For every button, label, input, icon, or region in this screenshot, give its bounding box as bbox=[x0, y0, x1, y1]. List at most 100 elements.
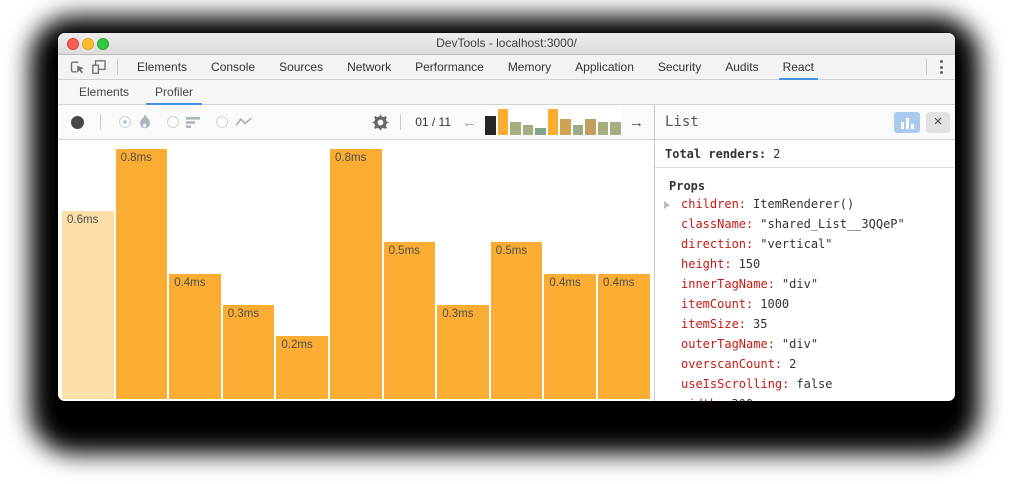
prop-value: "shared_List__3QQeP" bbox=[760, 217, 905, 231]
commit-bar-label: 0.4ms bbox=[544, 274, 596, 289]
prop-key: innerTagName: bbox=[681, 277, 775, 291]
tab-performance[interactable]: Performance bbox=[403, 55, 496, 80]
interactions-chart-icon bbox=[235, 116, 253, 128]
profiler-content: 0.6ms0.8ms0.4ms0.3ms0.2ms0.8ms0.5ms0.3ms… bbox=[58, 140, 955, 401]
close-icon: × bbox=[934, 113, 943, 130]
commit-bar-6[interactable]: 0.8ms bbox=[330, 149, 382, 399]
commit-bar-8[interactable]: 0.3ms bbox=[437, 305, 489, 399]
snapshot-bar-1-selected[interactable] bbox=[485, 116, 496, 135]
inspect-cursor-icon bbox=[69, 59, 85, 75]
prop-row-itemCount[interactable]: itemCount:1000 bbox=[655, 294, 955, 314]
tab-security[interactable]: Security bbox=[646, 55, 713, 80]
close-panel-button[interactable]: × bbox=[926, 112, 950, 133]
inspect-element-button[interactable] bbox=[66, 55, 88, 80]
prop-key: itemSize: bbox=[681, 317, 746, 331]
snapshot-bar-2[interactable] bbox=[498, 109, 509, 135]
commit-bar-7[interactable]: 0.5ms bbox=[384, 242, 436, 399]
subtab-elements[interactable]: Elements bbox=[66, 80, 142, 105]
snapshot-bar-9[interactable] bbox=[585, 119, 596, 135]
commit-duration-chart: 0.6ms0.8ms0.4ms0.3ms0.2ms0.8ms0.5ms0.3ms… bbox=[58, 140, 654, 401]
total-renders-row: Total renders: 2 bbox=[655, 140, 955, 168]
total-renders-label: Total renders: bbox=[665, 147, 766, 161]
traffic-lights bbox=[67, 38, 109, 50]
prop-key: outerTagName: bbox=[681, 337, 775, 351]
prop-row-overscanCount[interactable]: overscanCount:2 bbox=[655, 354, 955, 374]
prop-row-width[interactable]: width:300 bbox=[655, 394, 955, 401]
tab-console[interactable]: Console bbox=[199, 55, 267, 80]
prop-value: "div" bbox=[782, 337, 818, 351]
prop-value: 1000 bbox=[760, 297, 789, 311]
prop-value: "vertical" bbox=[760, 237, 832, 251]
commit-bar-label: 0.3ms bbox=[223, 305, 275, 320]
snapshot-bar-8[interactable] bbox=[573, 125, 584, 135]
prop-row-outerTagName[interactable]: outerTagName: "div" bbox=[655, 334, 955, 354]
commit-bar-5[interactable]: 0.2ms bbox=[276, 336, 328, 399]
commit-bar-10[interactable]: 0.4ms bbox=[544, 274, 596, 399]
total-renders-value: 2 bbox=[773, 147, 780, 161]
commit-bar-2[interactable]: 0.8ms bbox=[116, 149, 168, 399]
more-options-button[interactable] bbox=[940, 60, 943, 74]
prop-value: ItemRenderer() bbox=[753, 197, 854, 211]
snapshot-bar-7[interactable] bbox=[560, 119, 571, 135]
toolbar-divider bbox=[100, 114, 101, 130]
prop-row-className[interactable]: className:"shared_List__3QQeP" bbox=[655, 214, 955, 234]
prop-row-children[interactable]: children:ItemRenderer() bbox=[655, 194, 955, 214]
react-subtab-bar: ElementsProfiler bbox=[58, 80, 955, 105]
commit-bar-1-selected[interactable]: 0.6ms bbox=[62, 211, 114, 399]
prop-row-itemSize[interactable]: itemSize:35 bbox=[655, 314, 955, 334]
details-panel-header: List × bbox=[654, 105, 955, 140]
device-toolbar-icon bbox=[91, 59, 107, 75]
window-title: DevTools - localhost:3000/ bbox=[58, 33, 955, 54]
tab-memory[interactable]: Memory bbox=[496, 55, 563, 80]
prop-row-useIsScrolling[interactable]: useIsScrolling:false bbox=[655, 374, 955, 394]
prop-row-height[interactable]: height:150 bbox=[655, 254, 955, 274]
next-snapshot-button[interactable]: → bbox=[625, 115, 648, 130]
commit-bar-3[interactable]: 0.4ms bbox=[169, 274, 221, 399]
snapshot-selector-chart[interactable] bbox=[484, 109, 622, 135]
tab-audits[interactable]: Audits bbox=[713, 55, 770, 80]
tab-sources[interactable]: Sources bbox=[267, 55, 335, 80]
tab-elements[interactable]: Elements bbox=[125, 55, 199, 80]
tab-react[interactable]: React bbox=[771, 55, 826, 80]
toolbar-divider bbox=[926, 59, 927, 75]
minimize-window-button[interactable] bbox=[82, 38, 94, 50]
commit-bar-label: 0.6ms bbox=[62, 211, 114, 226]
commit-bar-label: 0.3ms bbox=[437, 305, 489, 320]
commit-bar-4[interactable]: 0.3ms bbox=[223, 305, 275, 399]
device-toolbar-button[interactable] bbox=[88, 55, 110, 80]
zoom-window-button[interactable] bbox=[97, 38, 109, 50]
tab-network[interactable]: Network bbox=[335, 55, 403, 80]
commit-bar-11[interactable]: 0.4ms bbox=[598, 274, 650, 399]
snapshot-bar-11[interactable] bbox=[610, 122, 621, 135]
interactions-view-radio[interactable] bbox=[216, 116, 228, 128]
prev-snapshot-button[interactable]: ← bbox=[458, 115, 481, 130]
component-renders-chart-button[interactable] bbox=[894, 112, 920, 133]
prop-value: "div" bbox=[782, 277, 818, 291]
commit-bar-9[interactable]: 0.5ms bbox=[491, 242, 543, 399]
subtab-profiler[interactable]: Profiler bbox=[142, 80, 206, 105]
snapshot-bar-5[interactable] bbox=[535, 128, 546, 135]
ranked-view-radio[interactable] bbox=[167, 116, 179, 128]
snapshot-bar-3[interactable] bbox=[510, 122, 521, 135]
settings-button[interactable] bbox=[372, 114, 389, 131]
expand-triangle-icon[interactable] bbox=[664, 201, 670, 209]
flamegraph-view-radio[interactable] bbox=[119, 116, 131, 128]
close-window-button[interactable] bbox=[67, 38, 79, 50]
commit-bar-label: 0.8ms bbox=[116, 149, 168, 164]
profiler-toolbar: 01 / 11 ← → bbox=[58, 105, 654, 140]
tab-application[interactable]: Application bbox=[563, 55, 646, 80]
record-button[interactable] bbox=[71, 116, 84, 129]
snapshot-bar-10[interactable] bbox=[598, 122, 609, 135]
bar-chart-icon bbox=[901, 122, 904, 129]
screenshot-stage: DevTools - localhost:3000/ ElementsConso… bbox=[0, 0, 1012, 484]
devtools-tab-bar: ElementsConsoleSourcesNetworkPerformance… bbox=[58, 55, 955, 80]
component-details-panel: Total renders:2 Props children:ItemRende… bbox=[654, 140, 955, 401]
commit-bar-label: 0.4ms bbox=[169, 274, 221, 289]
snapshot-bar-6[interactable] bbox=[548, 109, 559, 135]
selected-component-name: List bbox=[665, 114, 699, 130]
snapshot-bar-4[interactable] bbox=[523, 125, 534, 135]
prop-row-innerTagName[interactable]: innerTagName: "div" bbox=[655, 274, 955, 294]
title-bar: DevTools - localhost:3000/ bbox=[58, 33, 955, 55]
profiler-toolbar-row: 01 / 11 ← → List × bbox=[58, 105, 955, 140]
prop-row-direction[interactable]: direction:"vertical" bbox=[655, 234, 955, 254]
